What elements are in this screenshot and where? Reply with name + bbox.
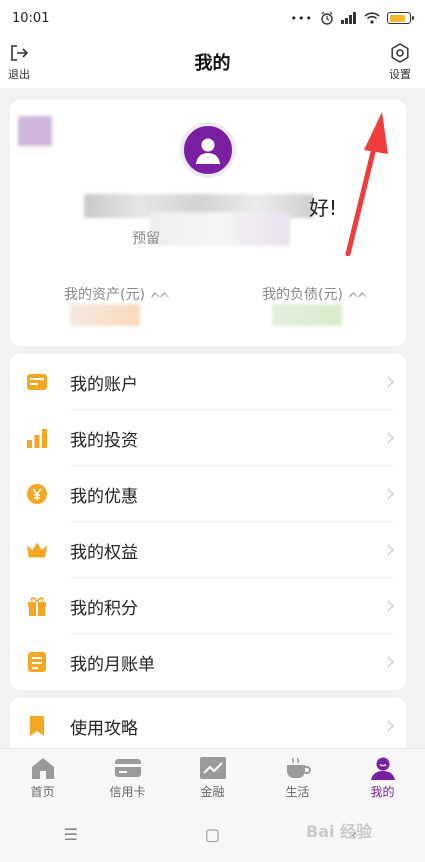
trend-icon xyxy=(199,756,226,779)
home-square-icon[interactable]: ▢ xyxy=(197,825,227,844)
logout-label: 退出 xyxy=(8,68,30,81)
tab-life[interactable]: 生活 xyxy=(255,749,340,806)
chevron-right-icon xyxy=(382,432,394,444)
tab-mine-label: 我的 xyxy=(370,784,395,799)
settings-label: 设置 xyxy=(389,68,411,81)
assets-label: 我的资产(元) xyxy=(64,287,145,303)
menu-label-monthly-bill: 我的月账单 xyxy=(70,654,155,675)
menu-item-points[interactable]: 我的积分 xyxy=(10,578,406,634)
eye-closed-icon[interactable]: ᨈᨈ xyxy=(151,287,170,302)
tab-credit-card[interactable]: 信用卡 xyxy=(85,749,170,806)
menu-label-offers: 我的优惠 xyxy=(70,486,138,507)
assets-label-group: 我的资产(元) ᨈᨈ xyxy=(64,284,170,304)
eye-closed-icon-2[interactable]: ᨈᨈ xyxy=(349,287,368,302)
status-bar: 10:01 ••• xyxy=(0,0,425,36)
sub-label: 预留 xyxy=(132,231,160,247)
card-icon xyxy=(26,371,48,393)
settings-button[interactable]: 设置 xyxy=(389,42,411,82)
logout-icon xyxy=(11,45,29,61)
chevron-right-icon xyxy=(382,720,394,732)
tab-life-label: 生活 xyxy=(285,784,310,799)
watermark: Bai 经验 xyxy=(306,822,373,841)
more-dots-icon: ••• xyxy=(290,11,313,25)
menu-item-account[interactable]: 我的账户 xyxy=(10,354,406,410)
blurred-corner xyxy=(18,116,52,146)
menu-label-guide: 使用攻略 xyxy=(70,718,138,739)
user-icon xyxy=(370,757,395,780)
bill-icon xyxy=(26,651,48,673)
menu-item-guide[interactable]: 使用攻略 xyxy=(10,698,406,754)
credit-card-icon xyxy=(114,758,141,777)
greeting-text: 好! xyxy=(308,196,338,220)
menu-item-benefits[interactable]: 我的权益 xyxy=(10,522,406,578)
menu-label-investment: 我的投资 xyxy=(70,430,138,451)
gift-icon xyxy=(26,595,48,617)
annotation-arrow-icon xyxy=(345,112,388,256)
logout-button[interactable]: 退出 xyxy=(8,42,30,82)
chevron-right-icon xyxy=(382,600,394,612)
home-icon xyxy=(31,757,54,779)
wifi-icon xyxy=(364,12,380,24)
menu-label-benefits: 我的权益 xyxy=(70,542,138,563)
tab-finance-label: 金融 xyxy=(200,784,225,799)
menu-item-offers[interactable]: 我的优惠 xyxy=(10,466,406,522)
yen-coin-icon xyxy=(26,483,48,505)
bookmark-icon xyxy=(26,715,48,737)
menu-card: 我的账户 我的投资 我的优惠 我的权益 我的积分 我的月账单 xyxy=(10,354,406,690)
crown-icon xyxy=(26,539,48,561)
signal-icon xyxy=(341,12,356,24)
gear-icon xyxy=(391,43,409,63)
blurred-assets-value xyxy=(70,304,140,326)
avatar[interactable] xyxy=(180,122,236,178)
header: 退出 我的 设置 xyxy=(0,36,425,88)
tab-home-label: 首页 xyxy=(30,784,55,799)
tab-home[interactable]: 首页 xyxy=(0,749,85,806)
menu-label-account: 我的账户 xyxy=(70,374,138,395)
chevron-right-icon xyxy=(382,544,394,556)
chevron-right-icon xyxy=(382,488,394,500)
blurred-liabilities-value xyxy=(272,304,342,326)
tab-finance[interactable]: 金融 xyxy=(170,749,255,806)
bottom-nav: 首页 信用卡 金融 生活 我的 xyxy=(0,748,425,806)
liabilities-label: 我的负债(元) xyxy=(262,287,343,303)
tab-mine[interactable]: 我的 xyxy=(340,749,425,806)
menu-lines-icon[interactable]: ☰ xyxy=(56,825,86,844)
alarm-icon xyxy=(321,11,333,25)
user-avatar-icon xyxy=(196,138,220,164)
status-time: 10:01 xyxy=(12,10,50,26)
tab-credit-card-label: 信用卡 xyxy=(109,784,146,799)
chevron-right-icon xyxy=(382,656,394,668)
page-title: 我的 xyxy=(194,53,231,74)
bar-chart-icon xyxy=(26,427,48,449)
menu-label-points: 我的积分 xyxy=(70,598,138,619)
battery-icon xyxy=(387,12,414,24)
liabilities-label-group: 我的负债(元) ᨈᨈ xyxy=(262,284,368,304)
menu-item-investment[interactable]: 我的投资 xyxy=(10,410,406,466)
chevron-right-icon xyxy=(382,376,394,388)
menu-item-monthly-bill[interactable]: 我的月账单 xyxy=(10,634,406,690)
coffee-icon xyxy=(286,757,311,778)
status-icons: ••• xyxy=(290,11,414,25)
